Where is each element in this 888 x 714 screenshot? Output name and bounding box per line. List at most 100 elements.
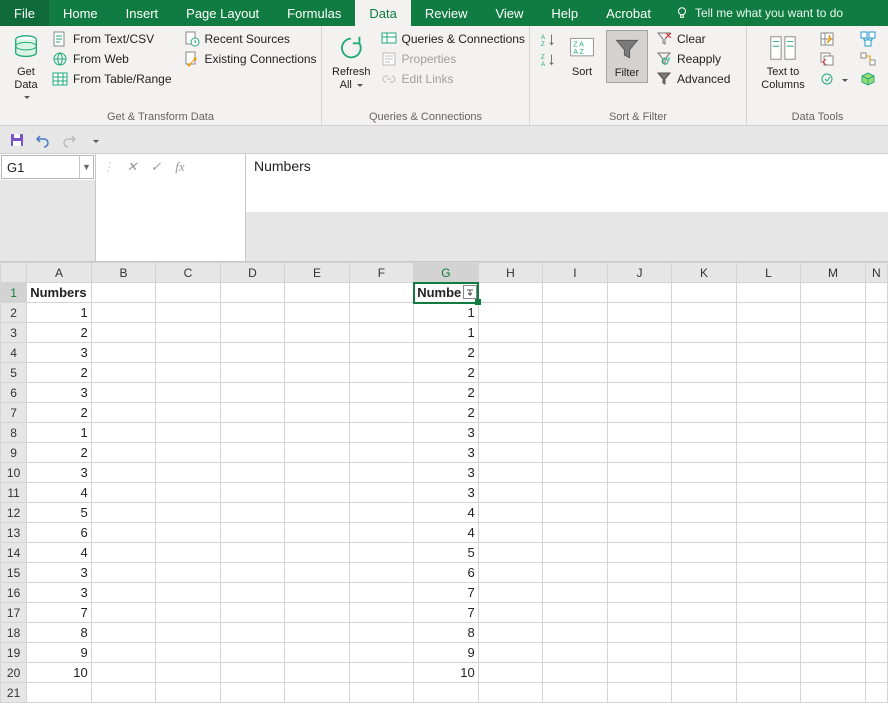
tab-review[interactable]: Review bbox=[411, 0, 482, 26]
cell[interactable] bbox=[543, 383, 608, 403]
tell-me-search[interactable]: Tell me what you want to do bbox=[665, 0, 853, 26]
cell[interactable] bbox=[801, 603, 866, 623]
col-header-N[interactable]: N bbox=[865, 263, 887, 283]
cell[interactable] bbox=[801, 563, 866, 583]
cell[interactable] bbox=[156, 643, 221, 663]
insert-function-button[interactable]: fx bbox=[168, 157, 192, 177]
cell[interactable]: 1 bbox=[27, 303, 92, 323]
recent-sources-button[interactable]: Recent Sources bbox=[180, 30, 321, 48]
cell[interactable] bbox=[156, 523, 221, 543]
cell[interactable]: 3 bbox=[414, 483, 479, 503]
cell[interactable] bbox=[865, 403, 887, 423]
cell[interactable] bbox=[349, 323, 414, 343]
cell[interactable] bbox=[349, 403, 414, 423]
cell[interactable] bbox=[285, 603, 350, 623]
cell[interactable] bbox=[736, 643, 801, 663]
enter-formula-button[interactable]: ✓ bbox=[144, 157, 168, 177]
row-header[interactable]: 8 bbox=[1, 423, 27, 443]
cell[interactable] bbox=[285, 643, 350, 663]
cell[interactable] bbox=[220, 343, 285, 363]
cell[interactable]: 3 bbox=[414, 443, 479, 463]
cell[interactable] bbox=[736, 383, 801, 403]
cell[interactable] bbox=[801, 383, 866, 403]
col-header-D[interactable]: D bbox=[220, 263, 285, 283]
cell[interactable] bbox=[91, 503, 156, 523]
col-header-H[interactable]: H bbox=[478, 263, 543, 283]
sort-za-button[interactable]: ZA bbox=[538, 50, 558, 70]
cell[interactable] bbox=[672, 403, 737, 423]
cell[interactable] bbox=[736, 423, 801, 443]
cell[interactable] bbox=[220, 523, 285, 543]
cell[interactable]: 8 bbox=[414, 623, 479, 643]
cell[interactable] bbox=[220, 423, 285, 443]
cell[interactable] bbox=[672, 623, 737, 643]
cell[interactable] bbox=[865, 563, 887, 583]
cell[interactable] bbox=[156, 403, 221, 423]
cell[interactable] bbox=[736, 483, 801, 503]
cell[interactable] bbox=[543, 323, 608, 343]
from-table-range-button[interactable]: From Table/Range bbox=[48, 70, 176, 88]
cell[interactable] bbox=[736, 503, 801, 523]
cell[interactable] bbox=[865, 583, 887, 603]
cell[interactable] bbox=[736, 343, 801, 363]
cell[interactable] bbox=[156, 543, 221, 563]
cell[interactable] bbox=[220, 643, 285, 663]
cell[interactable]: 1 bbox=[414, 303, 479, 323]
cell[interactable] bbox=[349, 483, 414, 503]
tab-view[interactable]: View bbox=[481, 0, 537, 26]
cell[interactable] bbox=[349, 443, 414, 463]
cell[interactable] bbox=[478, 363, 543, 383]
col-header-A[interactable]: A bbox=[27, 263, 92, 283]
row-header[interactable]: 20 bbox=[1, 663, 27, 683]
cell[interactable] bbox=[156, 483, 221, 503]
cell[interactable] bbox=[91, 643, 156, 663]
cell[interactable] bbox=[607, 663, 672, 683]
cell[interactable] bbox=[672, 423, 737, 443]
cell[interactable]: 10 bbox=[414, 663, 479, 683]
cell[interactable] bbox=[349, 383, 414, 403]
cell[interactable] bbox=[865, 643, 887, 663]
cell[interactable] bbox=[220, 683, 285, 703]
cell[interactable] bbox=[156, 383, 221, 403]
cell[interactable] bbox=[801, 663, 866, 683]
cell[interactable] bbox=[478, 343, 543, 363]
cell[interactable] bbox=[349, 563, 414, 583]
col-header-K[interactable]: K bbox=[672, 263, 737, 283]
cell[interactable] bbox=[91, 343, 156, 363]
cell[interactable] bbox=[672, 683, 737, 703]
cell[interactable] bbox=[285, 503, 350, 523]
cell[interactable] bbox=[736, 663, 801, 683]
cell[interactable] bbox=[736, 583, 801, 603]
cell[interactable] bbox=[478, 483, 543, 503]
cell[interactable]: 9 bbox=[414, 643, 479, 663]
col-header-I[interactable]: I bbox=[543, 263, 608, 283]
cell[interactable] bbox=[349, 643, 414, 663]
row-header[interactable]: 9 bbox=[1, 443, 27, 463]
row-header[interactable]: 12 bbox=[1, 503, 27, 523]
row-header[interactable]: 19 bbox=[1, 643, 27, 663]
cell[interactable] bbox=[543, 343, 608, 363]
cell[interactable]: 9 bbox=[27, 643, 92, 663]
cell[interactable] bbox=[865, 503, 887, 523]
cell[interactable] bbox=[607, 523, 672, 543]
cell[interactable]: 7 bbox=[27, 603, 92, 623]
cell[interactable] bbox=[220, 303, 285, 323]
cell[interactable] bbox=[285, 343, 350, 363]
cell[interactable] bbox=[478, 323, 543, 343]
col-header-L[interactable]: L bbox=[736, 263, 801, 283]
cell[interactable] bbox=[478, 423, 543, 443]
cell[interactable] bbox=[220, 283, 285, 303]
relationships-button[interactable] bbox=[856, 50, 880, 68]
cell[interactable] bbox=[91, 523, 156, 543]
cell[interactable] bbox=[27, 683, 92, 703]
cell[interactable] bbox=[736, 563, 801, 583]
cell[interactable] bbox=[543, 523, 608, 543]
cell[interactable] bbox=[91, 323, 156, 343]
refresh-all-button[interactable]: Refresh All bbox=[330, 30, 373, 93]
cell[interactable] bbox=[865, 483, 887, 503]
cell[interactable] bbox=[865, 543, 887, 563]
cell[interactable] bbox=[801, 363, 866, 383]
cell[interactable] bbox=[543, 483, 608, 503]
name-box[interactable]: G1 ▼ bbox=[1, 155, 94, 179]
cell[interactable] bbox=[865, 463, 887, 483]
